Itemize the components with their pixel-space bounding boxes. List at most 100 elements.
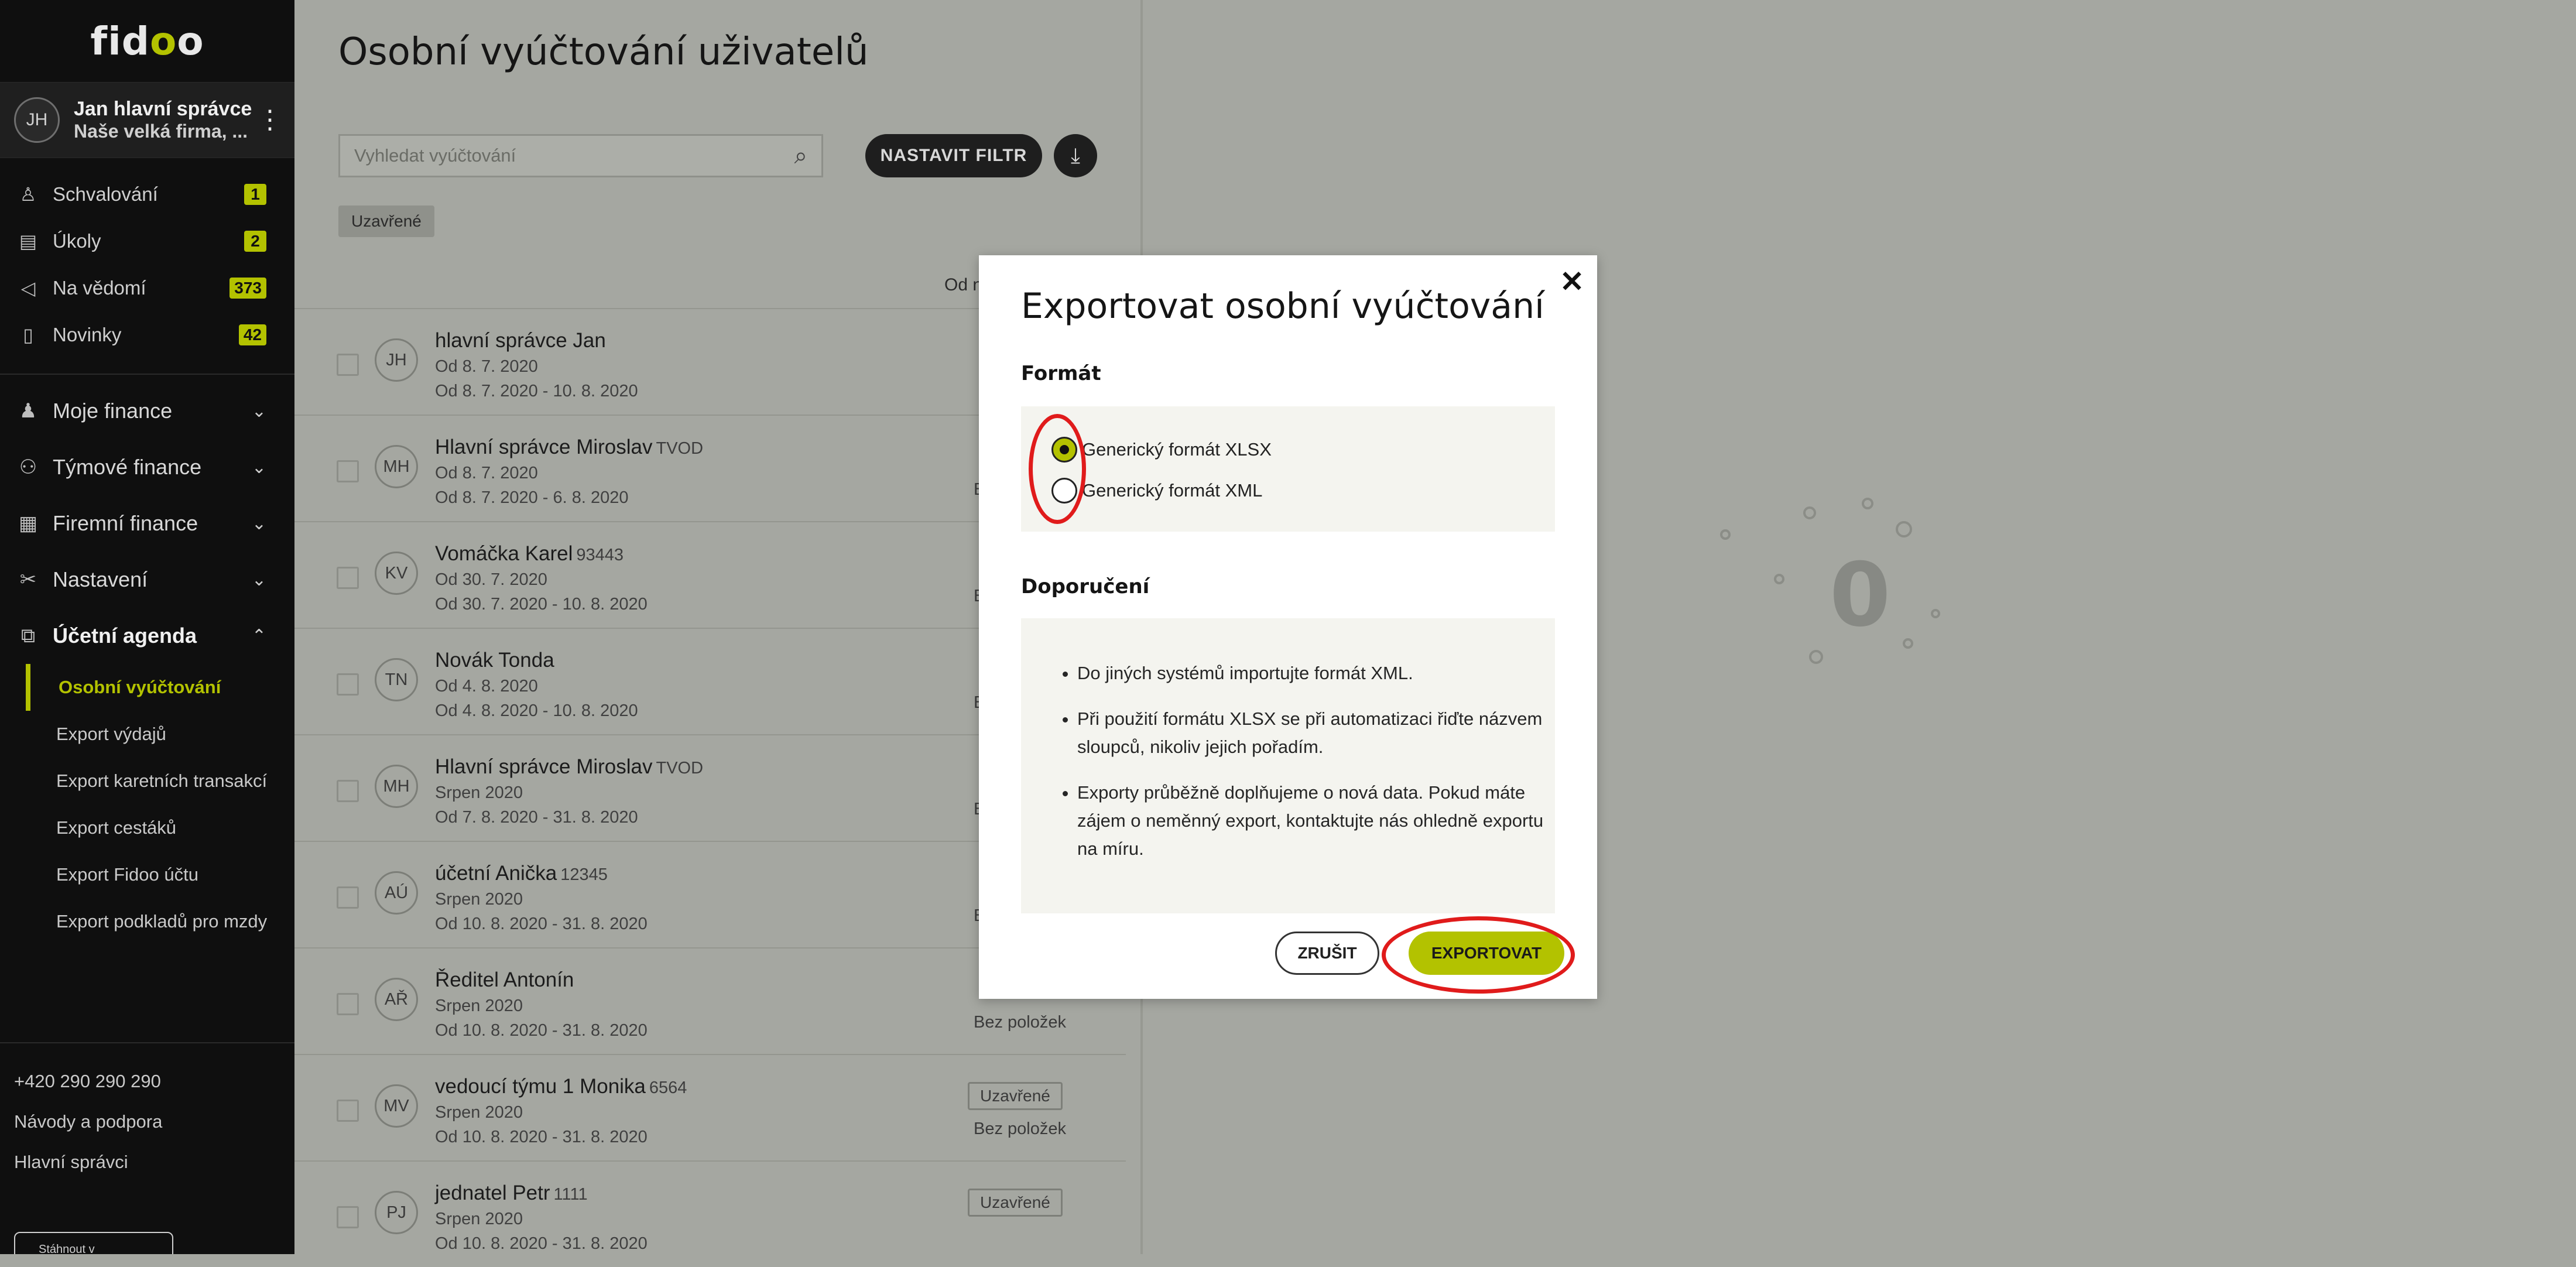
row-name: jednatel Petr	[435, 1182, 550, 1204]
chevron-down-icon: ⌄	[251, 401, 266, 421]
row-code: 93443	[576, 546, 624, 564]
row-period: Od 4. 8. 2020	[435, 677, 538, 696]
sidebar-item-notices[interactable]: ◁ Na vědomí 373	[0, 265, 294, 311]
app-store-button[interactable]: Stáhnout v	[14, 1232, 173, 1254]
accounting-icon: ⧉	[20, 624, 36, 647]
sidebar-item-export-fidoo-account[interactable]: Export Fidoo účtu	[56, 851, 277, 898]
user-profile[interactable]: JH Jan hlavní správce Naše velká firma, …	[0, 82, 294, 158]
clipboard-icon: ▤	[19, 231, 37, 252]
fidoo-logo[interactable]: fid o o	[0, 0, 294, 82]
avatar: JH	[375, 338, 418, 382]
row-period: Srpen 2020	[435, 783, 523, 802]
status-badge: Uzavřené	[968, 1189, 1063, 1217]
sidebar-item-tasks[interactable]: ▤ Úkoly 2	[0, 218, 294, 265]
radio-xml[interactable]	[1051, 478, 1077, 504]
column-header[interactable]: Od n	[944, 275, 982, 295]
sidebar-section-accounting[interactable]: ⧉ Účetní agenda ⌃	[0, 608, 294, 664]
store-label: Stáhnout v	[39, 1242, 95, 1255]
avatar: KV	[375, 552, 418, 595]
set-filter-button[interactable]: NASTAVIT FILTR	[865, 134, 1042, 177]
company-icon: ▦	[18, 512, 38, 535]
row-range: Od 8. 7. 2020 - 10. 8. 2020	[435, 382, 638, 400]
spinner-dot	[1809, 650, 1823, 664]
loading-spinner: 0	[1715, 468, 2008, 703]
row-range: Od 10. 8. 2020 - 31. 8. 2020	[435, 1128, 648, 1146]
tools-icon: ✂	[19, 569, 37, 591]
sidebar-item-approvals[interactable]: ♙ Schvalování 1	[0, 171, 294, 218]
approval-icon: ♙	[19, 184, 37, 205]
row-period: Srpen 2020	[435, 1103, 523, 1122]
count-badge: 1	[244, 184, 266, 205]
count-badge: 42	[238, 324, 266, 345]
sidebar: fid o o JH Jan hlavní správce Naše velká f…	[0, 0, 294, 1254]
row-items: Bez položek	[974, 1013, 1066, 1032]
cancel-button[interactable]: ZRUŠIT	[1275, 932, 1379, 975]
row-items: Bez položek	[974, 1119, 1066, 1138]
search-placeholder: Vyhledat vyúčtování	[354, 145, 516, 166]
radio-xlsx[interactable]	[1051, 437, 1077, 463]
megaphone-icon: ◁	[20, 278, 36, 299]
close-icon[interactable]: ✕	[1560, 267, 1584, 296]
row-checkbox[interactable]	[337, 886, 359, 909]
row-checkbox[interactable]	[337, 1206, 359, 1228]
sidebar-item-export-card-transactions[interactable]: Export karetních transakcí	[56, 758, 277, 804]
row-checkbox[interactable]	[337, 1100, 359, 1122]
row-name: vedoucí týmu 1 Monika	[435, 1075, 646, 1098]
spinner-dot	[1862, 498, 1873, 509]
format-option-xml[interactable]: Generický formát XML	[1051, 473, 1262, 508]
row-checkbox[interactable]	[337, 354, 359, 376]
avatar: MH	[375, 445, 418, 488]
sidebar-item-export-travel[interactable]: Export cestáků	[56, 804, 277, 851]
avatar: MH	[375, 765, 418, 808]
sidebar-item-personal-settlement[interactable]: Osobní vyúčtování	[26, 664, 277, 711]
recommendation-list: Do jiných systémů importujte formát XML.…	[1063, 659, 1546, 881]
sidebar-section-settings[interactable]: ✂ Nastavení ⌄	[0, 552, 294, 608]
sidebar-item-export-expenses[interactable]: Export výdajů	[56, 711, 277, 758]
page-title: Osobní vyúčtování uživatelů	[338, 30, 869, 74]
row-name: Ředitel Antonín	[435, 968, 574, 991]
team-icon: ⚇	[19, 456, 37, 478]
sidebar-item-news[interactable]: ▯ Novinky 42	[0, 311, 294, 358]
table-row[interactable]: PJ jednatel Petr 1111 Srpen 2020 Od 10. 8…	[294, 1160, 1126, 1267]
export-button[interactable]: EXPORTOVAT	[1409, 932, 1564, 975]
user-company: Naše velká firma, ...	[74, 121, 248, 142]
avatar: TN	[375, 658, 418, 701]
row-code: TVOD	[656, 759, 704, 778]
kebab-menu-icon[interactable]: ⋮	[257, 107, 283, 133]
chevron-down-icon: ⌄	[251, 570, 266, 590]
sidebar-section-team-finance[interactable]: ⚇ Týmové finance ⌄	[0, 439, 294, 495]
row-period: Srpen 2020	[435, 997, 523, 1015]
search-icon[interactable]: ⌕	[794, 143, 807, 169]
format-option-xlsx[interactable]: Generický formát XLSX	[1051, 432, 1272, 467]
row-checkbox[interactable]	[337, 673, 359, 696]
row-checkbox[interactable]	[337, 780, 359, 802]
sidebar-section-company-finance[interactable]: ▦ Firemní finance ⌄	[0, 495, 294, 552]
person-icon: ♟	[19, 400, 37, 422]
format-heading: Formát	[1021, 362, 1101, 385]
table-row[interactable]: MV vedoucí týmu 1 Monika 6564 Srpen 2020 …	[294, 1054, 1126, 1160]
row-period: Od 30. 7. 2020	[435, 570, 547, 589]
chevron-up-icon: ⌃	[251, 626, 266, 646]
row-name: Vomáčka Karel	[435, 542, 573, 565]
row-range: Od 7. 8. 2020 - 31. 8. 2020	[435, 808, 638, 827]
avatar: JH	[14, 97, 60, 143]
download-button[interactable]: ⤓	[1054, 134, 1097, 177]
phone-link[interactable]: +420 290 290 290	[0, 1061, 294, 1101]
row-checkbox[interactable]	[337, 567, 359, 589]
sidebar-item-export-payroll[interactable]: Export podkladů pro mzdy	[56, 898, 277, 945]
sidebar-footer: +420 290 290 290 Návody a podpora Hlavní…	[0, 1042, 294, 1182]
search-input[interactable]: Vyhledat vyúčtování ⌕	[338, 134, 823, 177]
avatar: PJ	[375, 1191, 418, 1234]
filter-chip-closed[interactable]: Uzavřené	[338, 206, 434, 237]
avatar: MV	[375, 1084, 418, 1128]
help-link[interactable]: Návody a podpora	[0, 1101, 294, 1142]
row-checkbox[interactable]	[337, 460, 359, 482]
admins-link[interactable]: Hlavní správci	[0, 1142, 294, 1182]
row-name: Hlavní správce Miroslav	[435, 755, 653, 778]
sidebar-section-my-finance[interactable]: ♟ Moje finance ⌄	[0, 383, 294, 439]
spinner-dot	[1931, 609, 1940, 618]
row-period: Srpen 2020	[435, 890, 523, 909]
recommendation-heading: Doporučení	[1021, 575, 1150, 598]
row-checkbox[interactable]	[337, 993, 359, 1015]
row-name: Hlavní správce Miroslav	[435, 436, 653, 458]
